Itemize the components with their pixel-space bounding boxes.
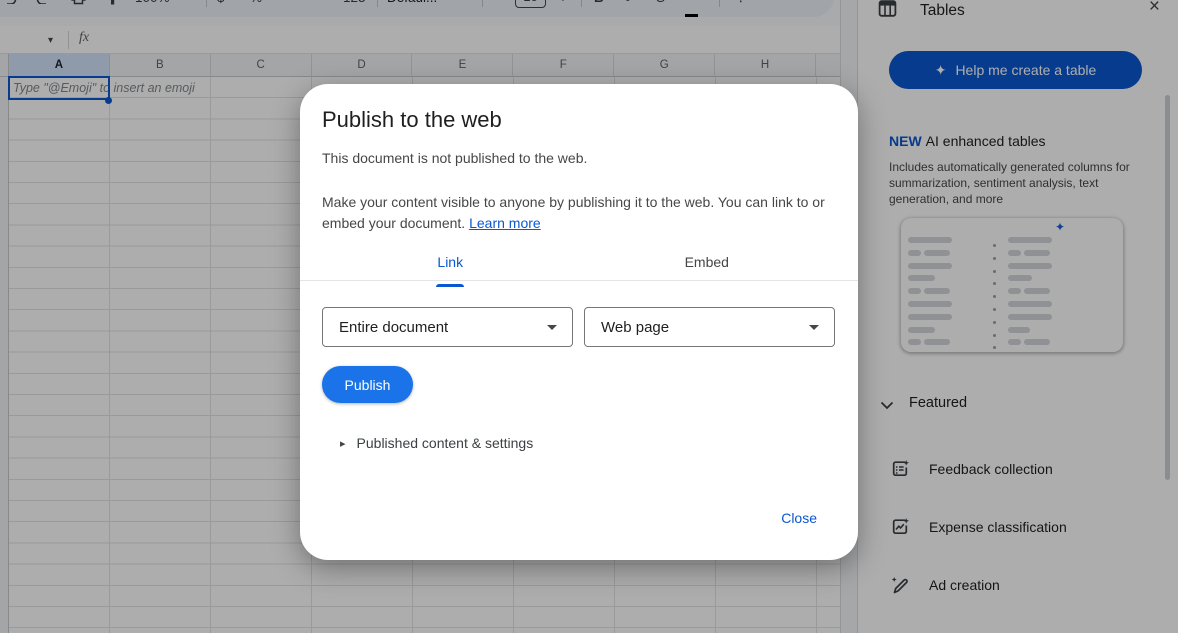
chevron-down-icon [809,325,819,330]
publish-to-web-dialog: Publish to the web This document is not … [300,84,858,560]
published-content-dropdown[interactable]: Entire document [322,307,573,347]
learn-more-link[interactable]: Learn more [469,215,541,231]
tabs-divider [300,280,858,281]
tab-embed[interactable]: Embed [579,244,836,280]
publish-button[interactable]: Publish [322,366,413,403]
publish-status-text: This document is not published to the we… [322,150,587,166]
screen: 100% ▾ $ % .0← .00→ 123 Defaul... ▾ − 10… [0,0,1178,633]
dialog-body-text: Make your content visible to anyone by p… [322,192,825,234]
published-content-settings-expander[interactable]: ▸ Published content & settings [340,435,533,451]
expander-arrow-icon: ▸ [340,437,346,450]
active-tab-indicator [436,284,464,287]
tab-link[interactable]: Link [322,244,579,280]
dialog-close-button[interactable]: Close [781,510,817,526]
dialog-tabs: Link Embed [322,244,835,280]
dialog-title: Publish to the web [322,107,502,133]
chevron-down-icon [547,325,557,330]
publish-format-dropdown[interactable]: Web page [584,307,835,347]
